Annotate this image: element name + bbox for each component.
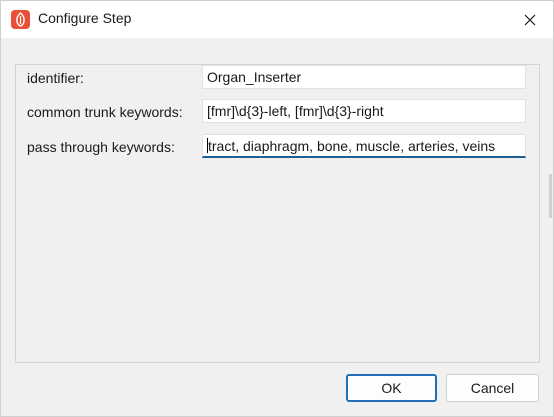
title-bar: Configure Step bbox=[1, 1, 553, 38]
common-trunk-keywords-field[interactable]: [fmr]\d{3}-left, [fmr]\d{3}-right bbox=[202, 99, 526, 123]
resize-grip[interactable] bbox=[549, 174, 552, 218]
ok-button[interactable]: OK bbox=[346, 374, 437, 402]
identifier-field[interactable]: Organ_Inserter bbox=[202, 65, 526, 89]
app-icon bbox=[11, 10, 30, 29]
pass-through-keywords-value: tract, diaphragm, bone, muscle, arteries… bbox=[208, 138, 496, 154]
cancel-button[interactable]: Cancel bbox=[446, 374, 539, 402]
window-title: Configure Step bbox=[38, 10, 132, 26]
identifier-label: identifier: bbox=[27, 70, 84, 86]
pass-through-keywords-label: pass through keywords: bbox=[27, 139, 175, 155]
configure-step-dialog: Configure Step identifier: Organ_Inserte… bbox=[0, 0, 554, 417]
common-trunk-keywords-label: common trunk keywords: bbox=[27, 104, 183, 120]
close-icon bbox=[524, 14, 535, 25]
close-button[interactable] bbox=[506, 1, 553, 38]
dialog-content: identifier: Organ_Inserter common trunk … bbox=[1, 38, 553, 416]
pass-through-keywords-field[interactable]: tract, diaphragm, bone, muscle, arteries… bbox=[202, 134, 526, 158]
